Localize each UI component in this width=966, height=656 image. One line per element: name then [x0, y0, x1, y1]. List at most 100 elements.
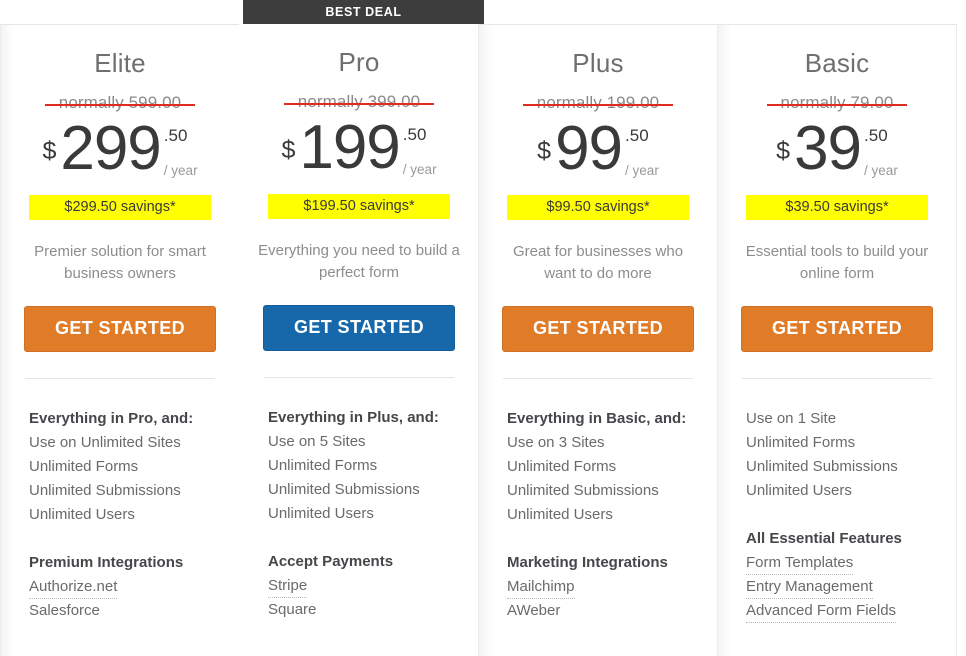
plan-tagline-elite: Premier solution for smart business owne… [34, 242, 206, 283]
plan-card-inner: Basic normally 79.00 $39.50 / year $39.50 sa… [718, 25, 956, 623]
card-divider [503, 377, 693, 379]
plan-card-inner: Elite normally 599.00 $299.50/ year $299.50… [1, 25, 239, 623]
feature-group-heading: All Essential Features [746, 529, 902, 547]
plan-card-inner: Plus normally 199.00 $99.50 / year $99.50 sa… [479, 25, 717, 623]
original-price-plus: normally 199.00 [495, 93, 701, 115]
price-period: / year [163, 162, 198, 178]
feature-group-heading: Marketing Integrations [507, 553, 668, 571]
feature-row: Stripe [268, 574, 462, 598]
feature-item-tooltip[interactable]: Stripe [268, 575, 308, 598]
feature-item-tooltip[interactable]: Authorize.net [29, 576, 118, 599]
get-started-button-pro[interactable]: GET STARTED [263, 304, 455, 351]
currency-symbol: $ [537, 136, 552, 165]
feature-item: Unlimited Submissions [746, 457, 898, 475]
feature-item: Unlimited Users [29, 505, 135, 523]
plan-card-plus: Plus normally 199.00 $99.50 / year $99.50 sa… [478, 24, 717, 656]
currency-symbol: $ [42, 136, 57, 165]
cta-wrap: GET STARTED [734, 305, 940, 352]
feature-row: Advanced Form Fields [746, 599, 940, 623]
get-started-button-basic[interactable]: GET STARTED [741, 305, 933, 352]
plan-tagline-pro: Everything you need to build a perfect f… [258, 241, 460, 282]
feature-item: Use on Unlimited Sites [29, 433, 181, 451]
feature-group-heading: Everything in Basic, and: [507, 409, 687, 427]
feature-row: Entry Management [746, 575, 940, 599]
price-cents: .50 [625, 125, 649, 145]
strikethrough-line [284, 102, 434, 105]
original-price-text: normally 599.00 [58, 92, 182, 112]
feature-list-elite: Everything in Pro, and: Use on Unlimited … [17, 407, 223, 623]
plan-tagline-plus: Great for businesses who want to do more [512, 242, 684, 283]
price-suffix: .50 / year [864, 127, 898, 178]
feature-item: Unlimited Users [507, 505, 613, 523]
original-price-elite: normally 599.00 [17, 93, 223, 115]
feature-item-tooltip[interactable]: Entry Management [746, 576, 873, 599]
plan-title-basic: Basic [804, 48, 870, 78]
currency-symbol: $ [281, 135, 296, 164]
plan-card-pro: Pro normally 399.00 $199.50 / year $199.50 s… [239, 24, 478, 656]
price-amount: 99 [555, 113, 623, 183]
best-deal-banner: BEST DEAL [243, 0, 484, 24]
plan-title-elite: Elite [94, 48, 146, 78]
savings-badge-elite: $299.50 savings* [29, 194, 211, 220]
feature-group-heading: Everything in Pro, and: [29, 409, 194, 427]
plan-card-basic: Basic normally 79.00 $39.50 / year $39.50 sa… [717, 24, 957, 656]
get-started-button-elite[interactable]: GET STARTED [24, 305, 216, 352]
feature-item: Use on 5 Sites [268, 432, 366, 450]
feature-group-spacer [507, 527, 701, 551]
feature-group-heading: Premium Integrations [29, 553, 184, 571]
price-cents: .50 [864, 125, 888, 145]
price-period: / year [864, 162, 898, 178]
feature-item: Unlimited Submissions [29, 481, 181, 499]
price-block-elite: $299.50 / year [17, 113, 223, 185]
savings-badge-basic: $39.50 savings* [746, 194, 928, 220]
feature-group-spacer [746, 503, 940, 527]
cta-wrap: GET STARTED [256, 304, 462, 351]
feature-item: Unlimited Users [268, 504, 374, 522]
original-price-text: normally 79.00 [780, 92, 894, 112]
feature-item: Unlimited Forms [268, 456, 378, 474]
feature-item: AWeber [507, 601, 561, 619]
feature-item: Unlimited Submissions [268, 480, 420, 498]
price-amount: 199 [299, 112, 400, 182]
feature-list-plus: Everything in Basic, and: Use on 3 Sites U… [495, 407, 701, 623]
price-block-basic: $39.50 / year [734, 117, 940, 185]
feature-item-tooltip[interactable]: Form Templates [746, 552, 854, 575]
feature-row: AWeber [507, 599, 701, 623]
feature-item: Use on 3 Sites [507, 433, 605, 451]
original-price-basic: normally 79.00 [734, 93, 940, 115]
feature-list-basic: Use on 1 Site Unlimited Forms Unlimited Su… [734, 407, 940, 623]
feature-group-heading: Everything in Plus, and: [268, 408, 439, 426]
currency-symbol: $ [776, 136, 791, 165]
price-suffix: .50 / year [625, 127, 659, 178]
strikethrough-line [523, 103, 673, 106]
price-period: / year [625, 162, 659, 178]
get-started-button-plus[interactable]: GET STARTED [502, 305, 694, 352]
feature-item-tooltip[interactable]: Advanced Form Fields [746, 600, 897, 623]
price-suffix: .50 / year [403, 126, 437, 177]
feature-item: Use on 1 Site [746, 409, 837, 427]
feature-row: Mailchimp [507, 575, 701, 599]
feature-item: Unlimited Forms [746, 433, 856, 451]
feature-row: Salesforce [29, 599, 223, 623]
feature-row: Authorize.net [29, 575, 223, 599]
feature-item-tooltip[interactable]: Mailchimp [507, 576, 575, 599]
price-cents: .50 [402, 124, 427, 144]
feature-list-pro: Everything in Plus, and: Use on 5 Sites Un… [256, 406, 462, 622]
savings-badge-plus: $99.50 savings* [507, 194, 689, 220]
card-divider [742, 377, 932, 379]
plan-title-plus: Plus [572, 48, 624, 78]
plan-tagline-basic: Essential tools to build your online for… [745, 242, 929, 283]
original-price-pro: normally 399.00 [256, 92, 462, 114]
plan-cards-row: Elite normally 599.00 $299.50/ year $299.50… [0, 24, 966, 656]
feature-item: Unlimited Users [746, 481, 852, 499]
feature-row: Form Templates [746, 551, 940, 575]
price-block-plus: $99.50 / year [495, 113, 701, 185]
feature-item: Unlimited Forms [507, 457, 617, 475]
original-price-text: normally 399.00 [297, 91, 421, 111]
feature-item: Unlimited Forms [29, 457, 139, 475]
strikethrough-line [767, 103, 907, 106]
price-amount: 299 [60, 113, 161, 183]
plan-title-pro: Pro [338, 47, 380, 77]
plan-card-elite: Elite normally 599.00 $299.50/ year $299.50… [0, 24, 239, 656]
feature-group-spacer [29, 527, 223, 551]
